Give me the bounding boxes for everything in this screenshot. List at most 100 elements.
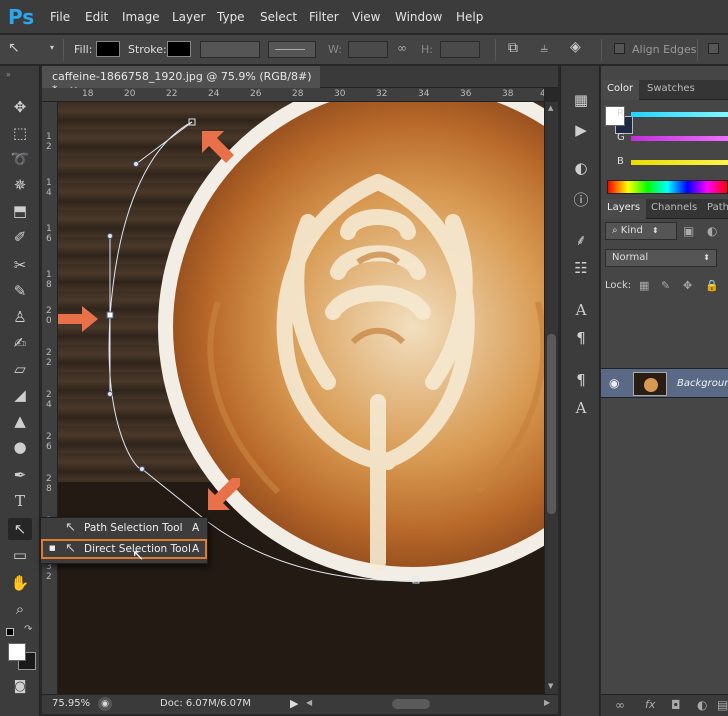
blur-tool-icon[interactable]: ▲ (8, 410, 32, 432)
paragraph-icon[interactable]: ¶ (571, 328, 591, 348)
link-layers-icon[interactable]: ∞ (615, 698, 625, 712)
layer-name[interactable]: Background (677, 378, 728, 389)
red-slider[interactable] (631, 112, 728, 117)
history-icon[interactable]: ▦ (571, 90, 591, 110)
tab-color[interactable]: Color (601, 80, 640, 100)
lock-all-icon[interactable]: 🔒 (705, 279, 719, 292)
clone-stamp-tool-icon[interactable]: ♙ (8, 306, 32, 328)
layer-filter-dropdown[interactable]: ⌕ Kind ⬍ (605, 222, 677, 240)
dodge-tool-icon[interactable]: ● (8, 436, 32, 458)
lock-pixels-icon[interactable]: ✎ (661, 279, 670, 292)
status-menu-icon[interactable]: ▶ (290, 697, 298, 710)
tab-layers[interactable]: Layers (601, 199, 647, 219)
share-icon[interactable]: ◉ (98, 697, 112, 711)
color-spectrum[interactable] (607, 180, 728, 194)
menu-filter[interactable]: Filter (309, 10, 339, 24)
new-group-icon[interactable]: ▤ (717, 698, 728, 712)
foreground-color-swatch[interactable] (8, 643, 26, 661)
magic-wand-tool-icon[interactable]: ✵ (8, 174, 32, 196)
character-styles-icon[interactable]: A (571, 398, 591, 418)
default-colors-icon[interactable] (6, 628, 14, 636)
fx-icon[interactable]: fx (645, 698, 655, 711)
swap-colors-icon[interactable]: ↷ (24, 624, 32, 635)
menu-edit[interactable]: Edit (85, 10, 108, 24)
menu-help[interactable]: Help (456, 10, 483, 24)
brush-tool-icon[interactable]: ✎ (8, 280, 32, 302)
eraser-tool-icon[interactable]: ▱ (8, 358, 32, 380)
constrain-checkbox[interactable] (708, 43, 719, 54)
tab-paths[interactable]: Path (701, 199, 728, 219)
scroll-down-icon[interactable]: ▼ (548, 682, 553, 690)
info-icon[interactable]: ⓘ (571, 190, 591, 210)
vertical-scrollbar[interactable]: ▲ ▼ (544, 102, 558, 694)
collapse-icon[interactable]: » (6, 70, 11, 79)
scroll-up-icon[interactable]: ▲ (548, 104, 553, 112)
scroll-right-icon[interactable]: ▶ (544, 698, 550, 707)
paragraph-styles-icon[interactable]: ¶ (571, 370, 591, 390)
visibility-eye-icon[interactable]: ◉ (609, 376, 619, 390)
add-mask-icon[interactable]: ◘ (671, 698, 681, 712)
pen-tool-icon[interactable]: ✒ (8, 464, 32, 486)
scrollbar-thumb[interactable] (547, 334, 556, 514)
document-canvas[interactable] (58, 102, 544, 694)
rectangle-tool-icon[interactable]: ▭ (8, 544, 32, 566)
path-selection-tool-item[interactable]: ↖ Path Selection Tool A (41, 518, 207, 538)
height-field[interactable] (440, 41, 480, 58)
zoom-tool-icon[interactable]: ⌕ (8, 598, 32, 620)
paint-bucket-tool-icon[interactable]: ◢ (8, 384, 32, 406)
history-brush-tool-icon[interactable]: ✍ (8, 332, 32, 354)
character-icon[interactable]: A (571, 300, 591, 320)
path-arrangement-icon[interactable]: ◈ (570, 39, 581, 55)
green-slider[interactable] (631, 136, 728, 141)
marquee-tool-icon[interactable]: ⬚ (8, 122, 32, 144)
healing-brush-tool-icon[interactable]: ✂ (8, 254, 32, 276)
fill-swatch[interactable] (96, 41, 120, 57)
horizontal-scrollbar-thumb[interactable] (392, 699, 430, 709)
type-tool-icon[interactable]: T (8, 490, 32, 512)
stroke-type-dropdown[interactable] (268, 41, 316, 58)
direct-selection-tool-item[interactable]: ■ ↖ Direct Selection Tool A (41, 539, 207, 559)
stroke-swatch[interactable] (167, 41, 191, 57)
swatch-icon[interactable]: ◐ (571, 158, 591, 178)
adjustments-icon[interactable]: ☷ (571, 258, 591, 278)
ruler-tick-label: 32 (376, 89, 388, 99)
menu-image[interactable]: Image (122, 10, 160, 24)
filter-image-icon[interactable]: ▣ (683, 224, 694, 238)
eyedropper-tool-icon[interactable]: ✐ (8, 226, 32, 248)
zoom-level[interactable]: 75.95% (52, 698, 90, 709)
chevron-down-icon[interactable]: ▾ (50, 43, 54, 52)
menu-file[interactable]: File (50, 10, 70, 24)
lock-position-icon[interactable]: ✥ (683, 279, 692, 292)
document-tab[interactable]: caffeine-1866758_1920.jpg @ 75.9% (RGB/8… (42, 66, 320, 96)
tool-preset-icon[interactable]: ↖ (8, 40, 20, 56)
tab-channels[interactable]: Channels (645, 199, 703, 219)
quick-mask-icon[interactable]: ◙ (8, 676, 32, 698)
blend-mode-dropdown[interactable]: Normal ⬍ (605, 249, 717, 267)
menu-layer[interactable]: Layer (172, 10, 205, 24)
lasso-tool-icon[interactable]: ➰ (8, 148, 32, 170)
menu-type[interactable]: Type (217, 10, 245, 24)
lock-transparency-icon[interactable]: ▦ (639, 279, 649, 292)
path-operations-icon[interactable]: ⧉ (508, 40, 518, 56)
path-selection-tool-icon[interactable]: ↖ (8, 518, 32, 540)
align-edges-checkbox[interactable] (614, 43, 625, 54)
move-tool-icon[interactable]: ✥ (8, 96, 32, 118)
actions-play-icon[interactable]: ▶ (571, 120, 591, 140)
crop-tool-icon[interactable]: ⬒ (8, 200, 32, 222)
hand-tool-icon[interactable]: ✋ (8, 572, 32, 594)
menu-window[interactable]: Window (395, 10, 442, 24)
brush-presets-icon[interactable]: ⸙ (571, 230, 591, 250)
width-field[interactable] (348, 41, 388, 58)
layer-row[interactable]: ◉ Background (601, 368, 728, 398)
blue-slider[interactable] (631, 160, 728, 165)
link-icon[interactable]: ∞ (397, 41, 407, 55)
adjustment-layer-icon[interactable]: ◐ (697, 698, 707, 712)
filter-adjustment-icon[interactable]: ◐ (707, 224, 717, 238)
status-bar: 75.95% ◉ Doc: 6.07M/6.07M ▶ ◀ ▶ (42, 694, 558, 714)
scroll-left-icon[interactable]: ◀ (306, 698, 312, 707)
menu-select[interactable]: Select (260, 10, 297, 24)
tab-swatches[interactable]: Swatches (641, 80, 701, 100)
path-alignment-icon[interactable]: ⫨ (540, 40, 548, 56)
menu-view[interactable]: View (352, 10, 380, 24)
stroke-width-field[interactable] (200, 41, 260, 58)
